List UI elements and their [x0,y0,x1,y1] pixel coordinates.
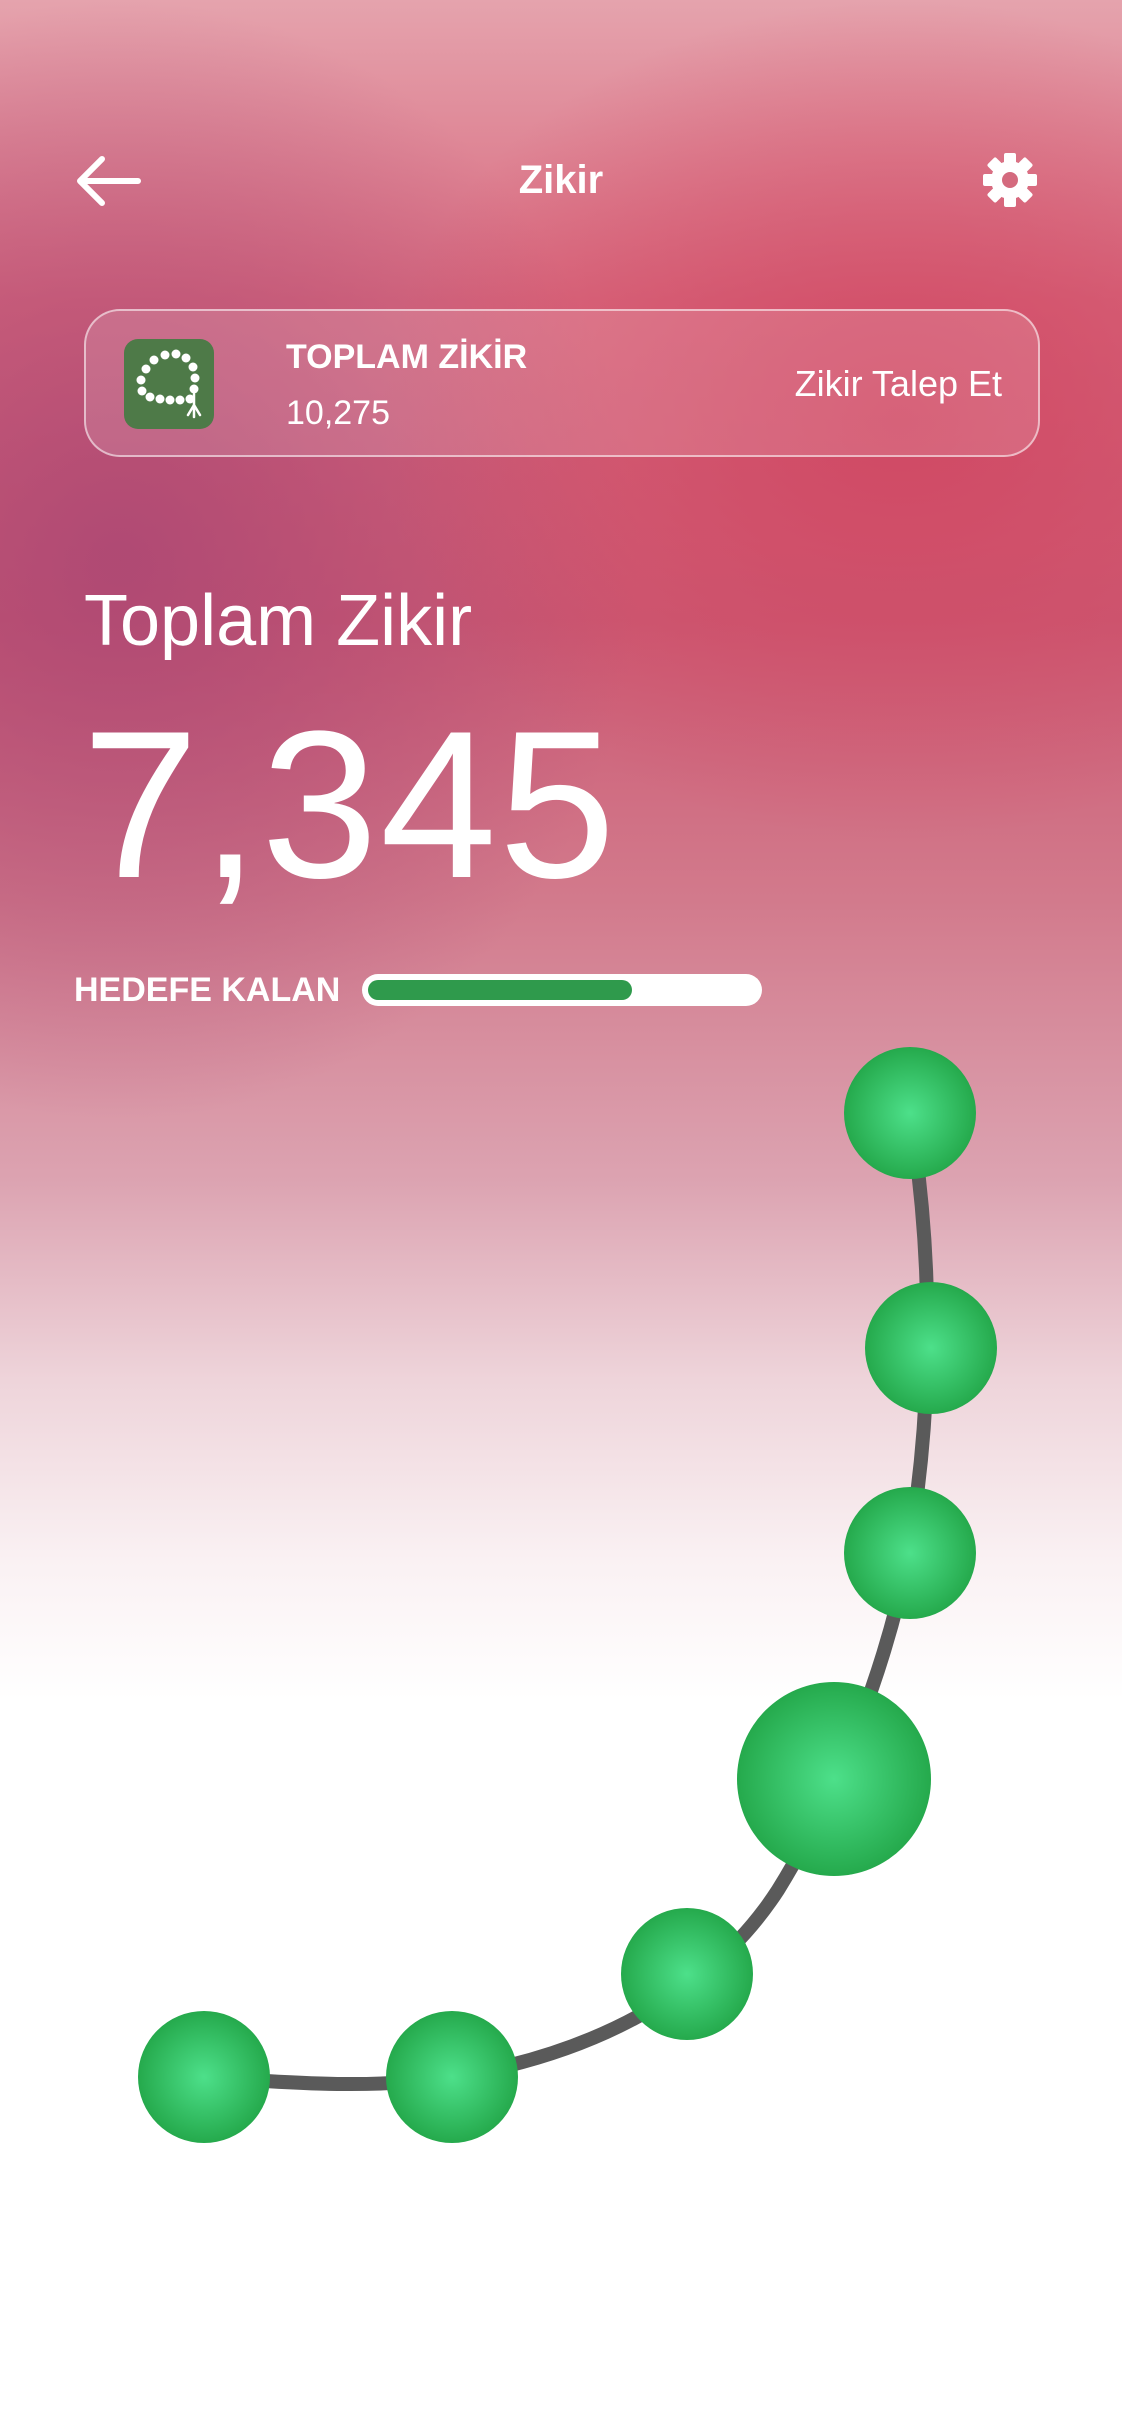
bead[interactable] [844,1047,976,1179]
bead-large[interactable] [737,1682,931,1876]
bead[interactable] [138,2011,270,2143]
bead[interactable] [621,1908,753,2040]
bead[interactable] [844,1487,976,1619]
tasbih-beads[interactable] [0,0,1122,2436]
bead-string [197,1106,935,2092]
bead[interactable] [865,1282,997,1414]
bead[interactable] [386,2011,518,2143]
